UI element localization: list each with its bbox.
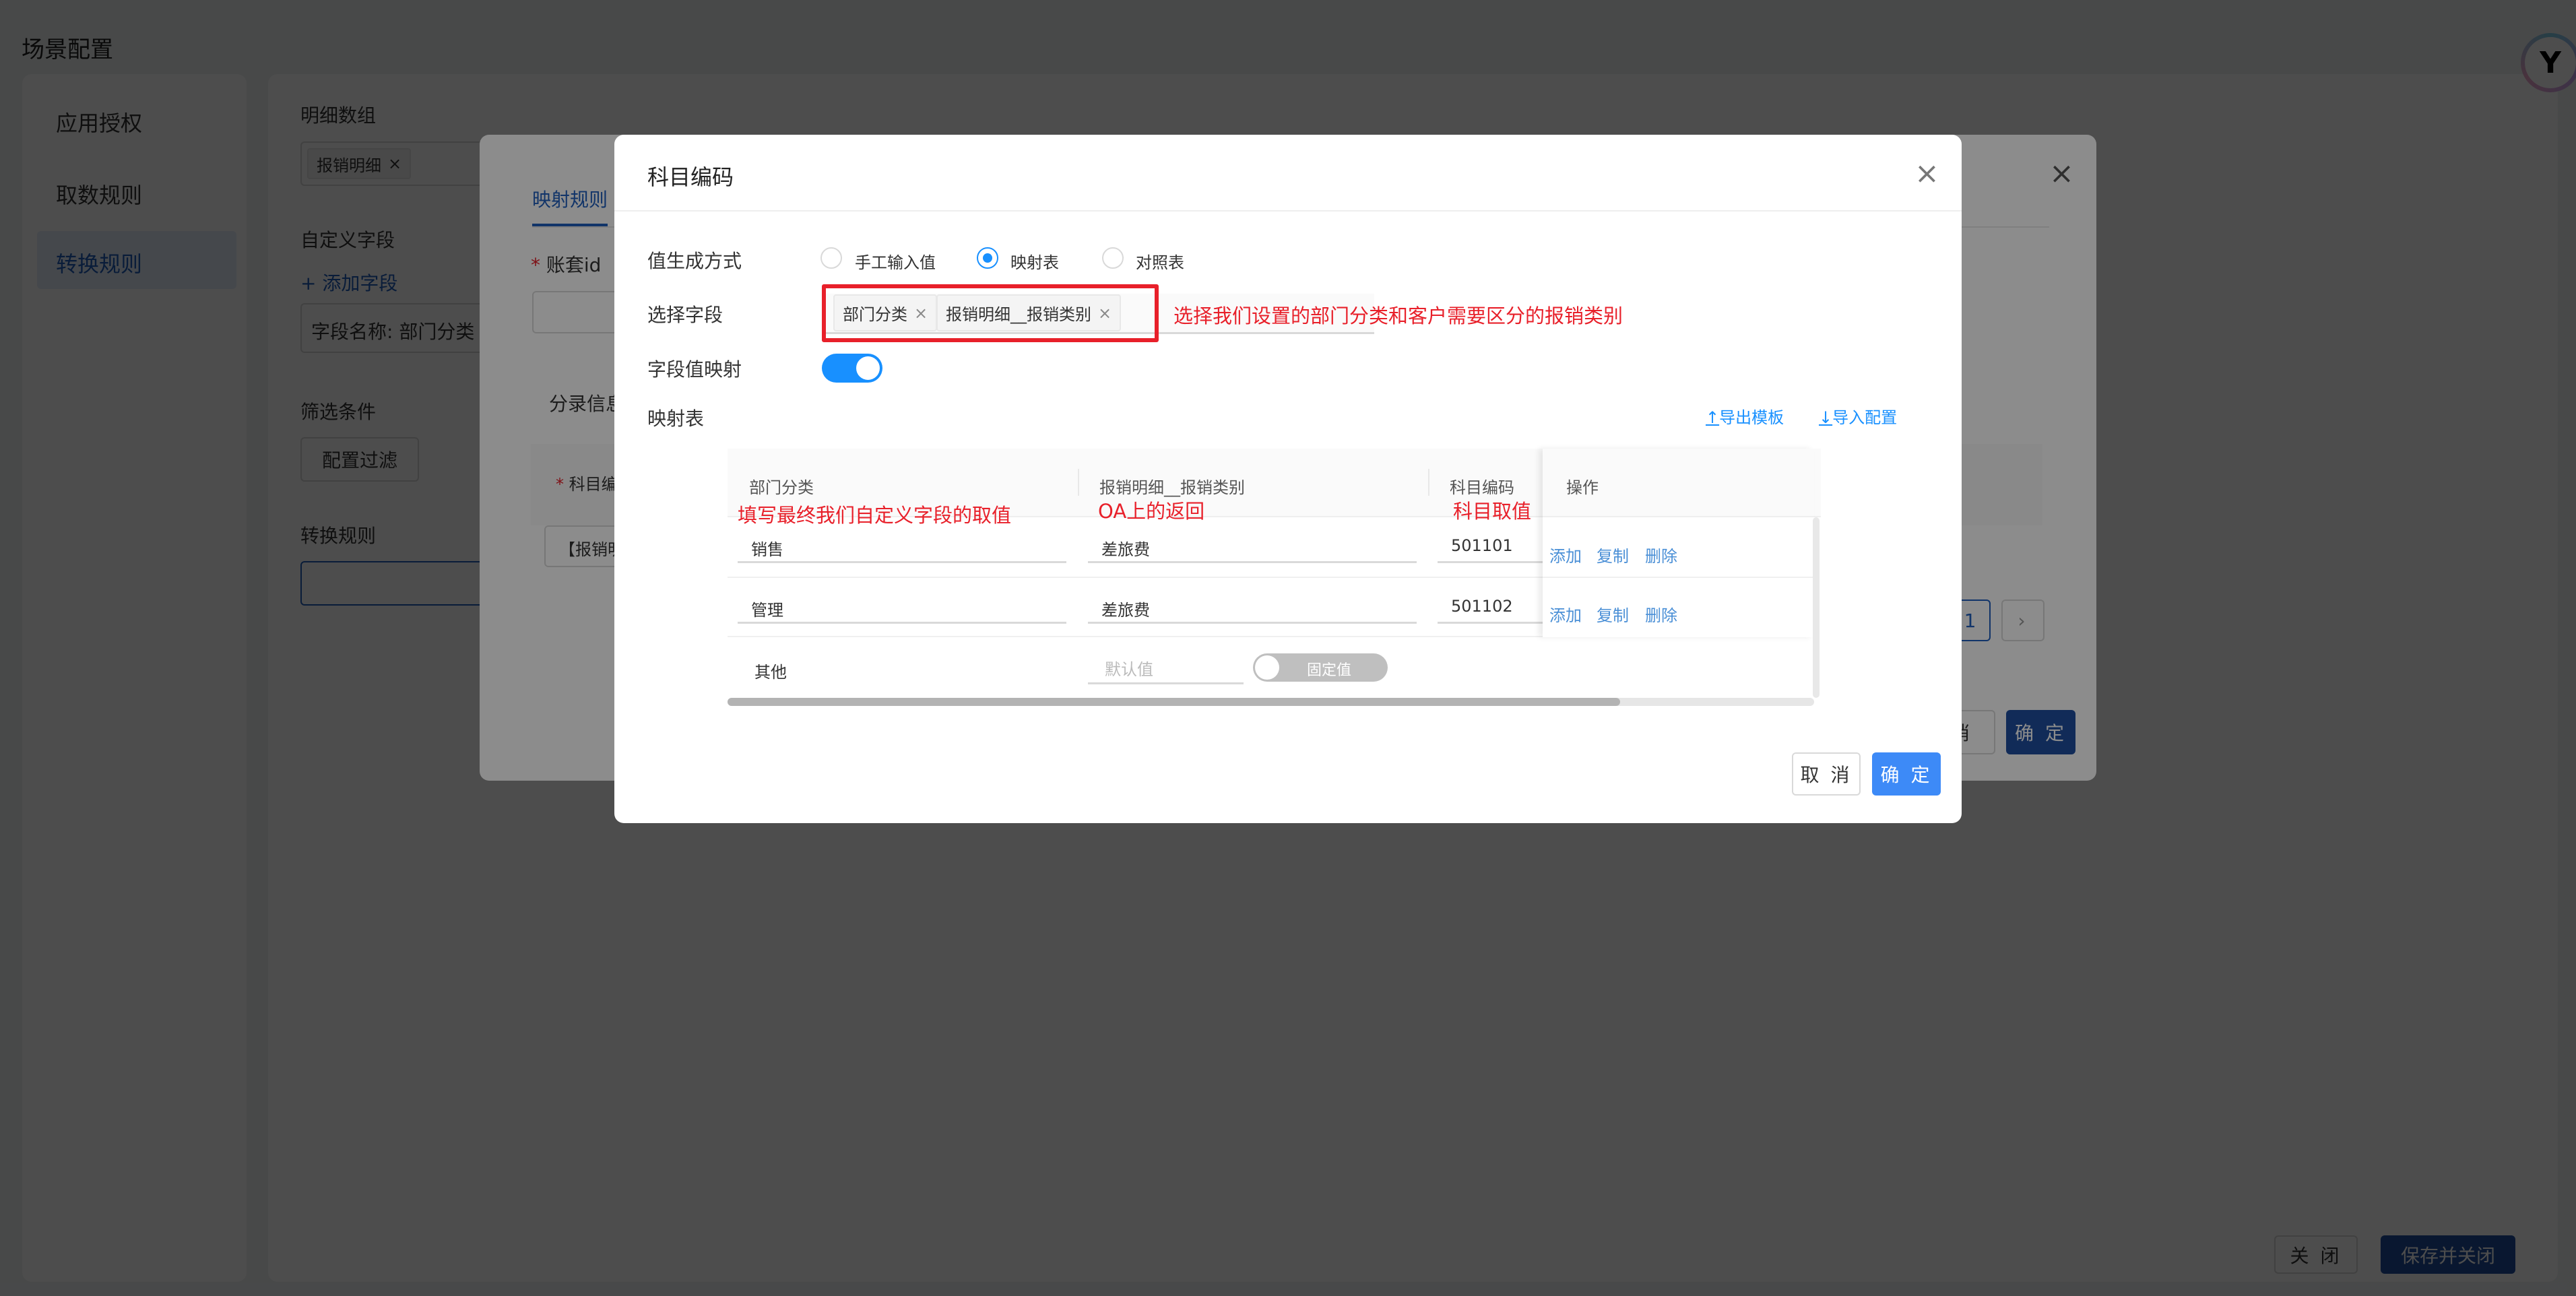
radio-lookup[interactable] [1102,247,1124,269]
delete-link[interactable]: 删除 [1645,602,1677,626]
value-mode-label: 值生成方式 [647,250,742,272]
field-mapping-label: 字段值映射 [647,358,742,381]
radio-manual-label: 手工输入值 [855,253,936,272]
annotation-box [822,284,1159,342]
mapping-table-label: 映射表 [647,408,705,430]
select-field-annotation: 选择我们设置的部门分类和客户需要区分的报销类别 [1173,304,1623,327]
type-input[interactable]: 差旅费 [1088,593,1417,624]
add-link[interactable]: 添加 [1549,602,1582,626]
column-header: 科目编码 [1450,478,1514,497]
select-field-label: 选择字段 [647,304,723,326]
default-value-input[interactable]: 默认值 [1088,651,1244,684]
column-header: 部门分类 [749,478,814,497]
operations-column: 操作 添加 复制 删除 添加 复制 删除 [1543,449,1814,637]
copy-link[interactable]: 复制 [1597,602,1629,626]
dept-input[interactable]: 销售 [738,532,1066,563]
vertical-scrollbar[interactable] [1813,517,1820,698]
scrollbar-thumb[interactable] [728,698,1620,706]
other-row-label: 其他 [754,663,787,682]
upload-icon: ↑ [1706,408,1720,427]
fixed-value-toggle[interactable]: 固定值 [1253,653,1388,682]
horizontal-scrollbar[interactable] [728,698,1814,706]
close-icon[interactable]: × [1914,156,1939,191]
export-template-link[interactable]: ↑导出模板 [1706,404,1784,428]
cancel-button[interactable]: 取 消 [1792,752,1861,796]
radio-manual[interactable] [820,247,842,269]
type-input[interactable]: 差旅费 [1088,532,1417,563]
copy-link[interactable]: 复制 [1597,543,1629,566]
toggle-label: 固定值 [1307,662,1352,679]
add-link[interactable]: 添加 [1549,543,1582,566]
radio-lookup-label: 对照表 [1136,253,1184,272]
code-input[interactable]: 501101 [1438,532,1543,563]
divider [614,210,1962,212]
column-header: 操作 [1566,478,1599,497]
confirm-button[interactable]: 确 定 [1872,752,1941,796]
radio-mapping[interactable] [977,247,998,269]
dialog-title: 科目编码 [647,164,734,190]
delete-link[interactable]: 删除 [1645,543,1677,566]
radio-mapping-label: 映射表 [1010,253,1059,272]
dept-input[interactable]: 管理 [738,593,1066,624]
subject-code-dialog: 科目编码 × 值生成方式 手工输入值 映射表 对照表 选择字段 部门分类 × 报销… [614,135,1962,823]
download-icon: ↓ [1819,408,1833,427]
code-input[interactable]: 501102 [1438,593,1543,624]
column-header: 报销明细__报销类别 [1099,478,1245,497]
field-mapping-toggle[interactable] [822,354,882,383]
mapping-table: 部门分类 报销明细__报销类别 科目编码 操作 填写最终我们自定义字段的取值 O… [728,449,1821,706]
import-config-link[interactable]: ↓导入配置 [1819,404,1897,428]
